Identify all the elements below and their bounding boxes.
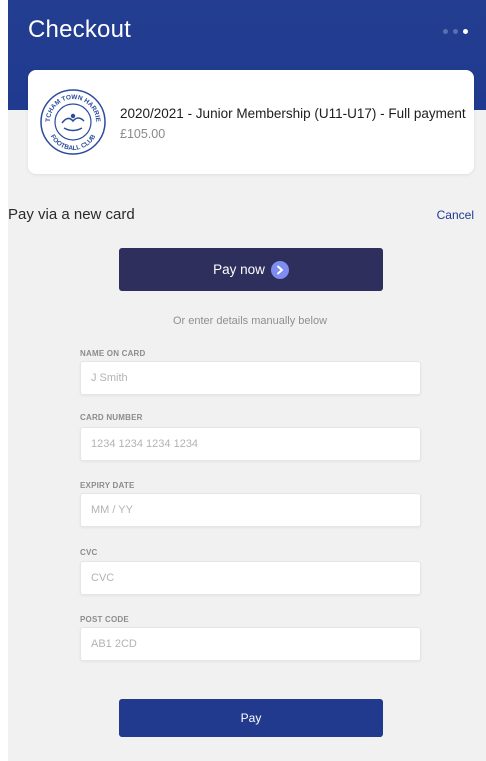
manual-entry-note: Or enter details manually below: [172, 315, 328, 327]
product-price: £105.00: [120, 127, 166, 141]
expiry-date-input[interactable]: [80, 493, 421, 527]
name-on-card-input[interactable]: [80, 361, 421, 395]
pay-now-button[interactable]: Pay now: [119, 248, 383, 291]
step-dot-active: [463, 29, 468, 34]
cancel-link[interactable]: Cancel: [437, 208, 474, 222]
pay-now-label: Pay now: [213, 262, 265, 277]
step-dot: [453, 29, 458, 34]
cvc-input[interactable]: [80, 561, 421, 595]
post-code-label: POST CODE: [80, 615, 129, 624]
expiry-date-label: EXPIRY DATE: [80, 481, 135, 490]
card-number-label: CARD NUMBER: [80, 413, 143, 422]
page-title: Checkout: [28, 16, 131, 43]
pay-label: Pay: [240, 711, 262, 725]
name-on-card-label: NAME ON CARD: [80, 349, 146, 358]
step-dot: [443, 29, 448, 34]
post-code-input[interactable]: [80, 627, 421, 661]
step-indicator: [443, 29, 468, 34]
chevron-right-icon: [270, 260, 289, 279]
club-crest-icon: HATCHAM TOWN HARRIERS FOOTBALL CLUB: [38, 87, 106, 155]
cvc-label: CVC: [80, 548, 98, 557]
payment-heading: Pay via a new card: [8, 206, 135, 223]
product-card: HATCHAM TOWN HARRIERS FOOTBALL CLUB 2020…: [28, 70, 474, 174]
card-number-input[interactable]: [80, 427, 421, 461]
pay-button[interactable]: Pay: [119, 699, 383, 737]
product-title: 2020/2021 - Junior Membership (U11-U17) …: [120, 106, 466, 121]
